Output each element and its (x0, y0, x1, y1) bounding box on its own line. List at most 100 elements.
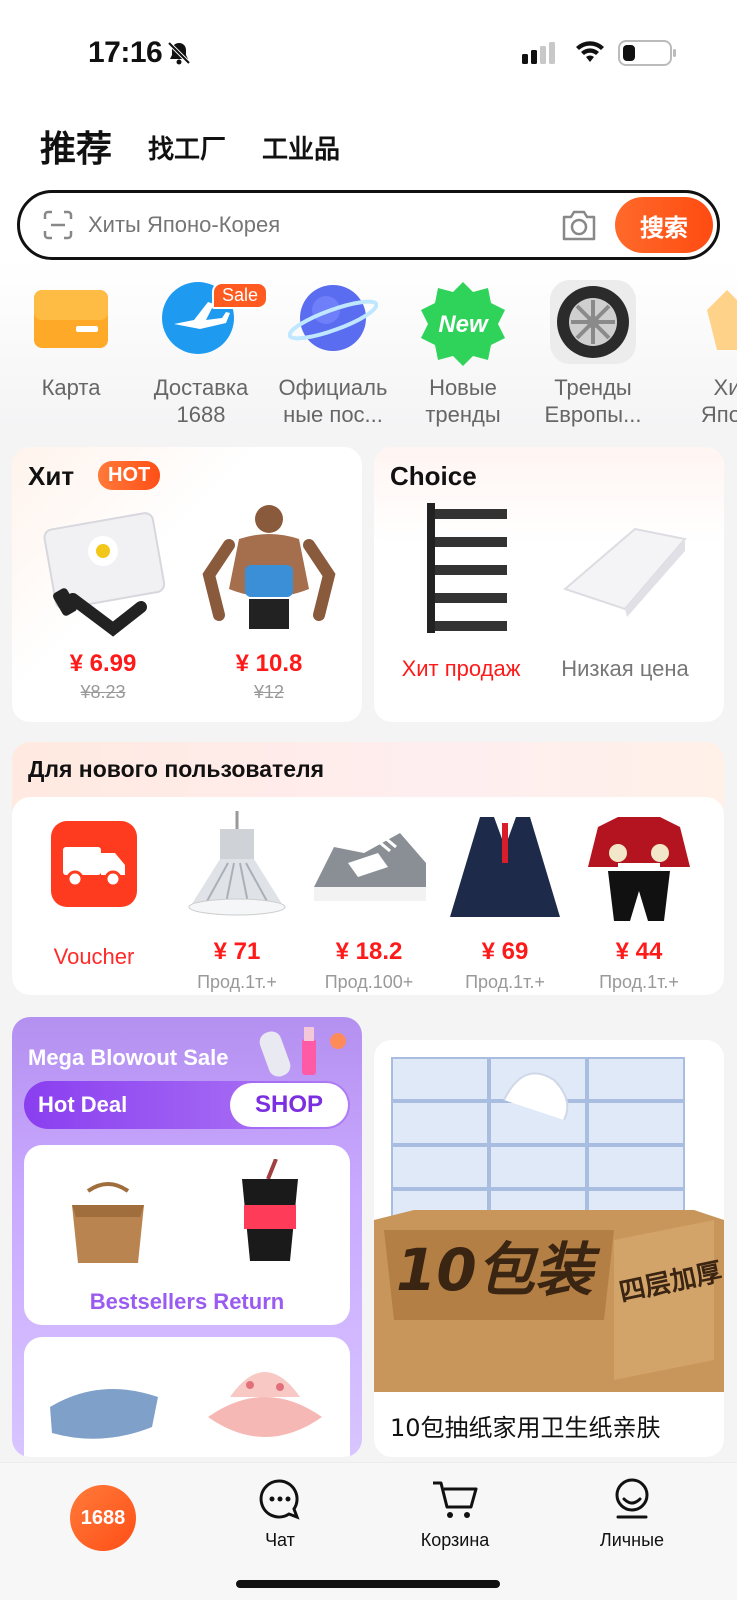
svg-text:New: New (438, 311, 489, 338)
battery-icon (618, 40, 676, 66)
lamp-image (188, 811, 286, 916)
product-sales: Прод.1т.+ (197, 972, 277, 992)
category-label: Официаль ные пос... (268, 374, 398, 428)
category-row: Карта Sale Доставка 1688 Официаль ные по… (0, 280, 737, 430)
tissue-image: 10包装 四层加厚 (374, 1040, 724, 1392)
product-old-price: ¥12 (253, 682, 285, 702)
category-label-line: ные пос... (283, 402, 383, 427)
category-japan-korea[interactable]: Хи Япон (662, 280, 737, 428)
category-europe-trends[interactable]: Тренды Европы... (528, 280, 658, 428)
new-user-product[interactable]: ¥ 69 Прод.1т.+ (440, 807, 570, 993)
hot-card[interactable]: Хит HOT ¥ 6.99 ¥8.23 ¥ 10.8 ¥12 (12, 447, 362, 722)
bucket-hat-image (208, 1372, 322, 1437)
category-official[interactable]: Официаль ные пос... (268, 280, 398, 428)
shop-button[interactable]: SHOP (230, 1083, 348, 1127)
category-label-line: 1688 (176, 402, 226, 427)
pillow-image (50, 1389, 158, 1439)
choice-item-bestseller[interactable]: Хит продаж (386, 499, 536, 682)
category-label-line: тренды (425, 402, 501, 427)
category-label: Новые тренды (398, 374, 528, 428)
product-sales: Прод.100+ (324, 972, 414, 992)
hot-deal-label: Hot Deal (38, 1092, 128, 1117)
product-sales: Прод.1т.+ (599, 972, 679, 992)
mega-sale-card[interactable]: Mega Blowout Sale Hot Deal SHOP Bestsell… (12, 1017, 362, 1457)
tissue-product-card[interactable]: 10包装 四层加厚 10包抽纸家用卫生纸亲肤 (374, 1040, 724, 1457)
nav-cart[interactable]: Корзина (395, 1477, 515, 1551)
category-new-trends[interactable]: New Новые тренды (398, 280, 528, 428)
new-user-product[interactable]: ¥ 71 Прод.1т.+ (172, 807, 302, 993)
new-user-items: Voucher ¥ 71 Прод.1т.+ ¥ 18.2 Прод.100+ (12, 797, 724, 995)
scan-icon[interactable] (42, 209, 74, 241)
tire-icon (548, 280, 638, 370)
search-button[interactable]: 搜索 (615, 197, 713, 253)
wifi-icon (576, 41, 604, 62)
product-price: ¥ 44 (615, 938, 663, 965)
nav-label: Чат (265, 1530, 295, 1550)
search-input[interactable] (88, 207, 518, 243)
shelf-image (427, 503, 507, 633)
tab-label: 工业品 (262, 135, 341, 165)
category-label-line: Европы... (544, 402, 642, 427)
new-user-product[interactable]: ¥ 18.2 Прод.100+ (304, 807, 434, 993)
sale-badge: Sale (211, 282, 268, 309)
category-label-line: Тренды (554, 375, 632, 400)
nav-label: Личные (599, 1530, 665, 1550)
nav-chat[interactable]: Чат (220, 1477, 340, 1551)
chat-icon (259, 1479, 300, 1520)
tab-find-factory[interactable]: 找工厂 (148, 129, 226, 172)
hot-deal-bar: Hot Deal SHOP (24, 1081, 350, 1129)
bell-muted-icon (167, 41, 191, 65)
umbrella-image (43, 512, 166, 637)
category-label-line: Хи (713, 375, 737, 400)
tab-label: 找工厂 (148, 135, 227, 165)
category-label: Тренды Европы... (528, 374, 658, 428)
choice-label: Хит продаж (401, 656, 521, 681)
category-delivery[interactable]: Sale Доставка 1688 (136, 280, 268, 428)
product-price: ¥ 6.99 (69, 650, 137, 677)
product-price: ¥ 10.8 (235, 650, 303, 677)
bestsellers-title: Bestsellers Return (89, 1289, 285, 1314)
category-label-line: Япон (700, 402, 737, 427)
product-sales: Прод.1т.+ (465, 972, 545, 992)
bestsellers-panel[interactable]: Bestsellers Return (24, 1145, 350, 1325)
choice-item-low-price[interactable]: Низкая цена (550, 499, 700, 682)
second-panel[interactable] (24, 1337, 350, 1457)
new-user-title: Для нового пользователя (28, 756, 325, 782)
status-bar: 17:16 (0, 0, 737, 100)
hot-title: Хит (28, 461, 75, 491)
handbag-image (72, 1182, 144, 1263)
partial-icon (682, 280, 737, 370)
category-label-line: Официаль (278, 375, 388, 400)
signal-icon (522, 42, 555, 64)
hot-badge: HOT (98, 461, 161, 490)
home-tab-button[interactable]: 1688 (70, 1485, 136, 1551)
choice-card[interactable]: Choice Хит продаж Низкая цена (374, 447, 724, 722)
category-label-line: Доставка (153, 375, 249, 400)
category-card[interactable]: Карта (6, 280, 136, 401)
choice-title: Choice (390, 461, 477, 491)
tab-recommend[interactable]: 推荐 (40, 120, 112, 172)
nav-profile[interactable]: Личные (572, 1477, 692, 1551)
voucher-item[interactable]: Voucher (29, 807, 159, 970)
choice-label: Низкая цена (561, 656, 689, 681)
product-umbrella[interactable]: ¥ 6.99 ¥8.23 (28, 499, 178, 703)
tray-image (563, 527, 687, 617)
uniform-image (450, 817, 560, 917)
product-old-price: ¥8.23 (80, 682, 126, 702)
voucher-label: Voucher (53, 944, 135, 969)
product-fitness-belt[interactable]: ¥ 10.8 ¥12 (194, 499, 344, 703)
tissue-title: 10包抽纸家用卫生纸亲肤 (390, 1414, 661, 1442)
new-user-product[interactable]: ¥ 44 Прод.1т.+ (574, 807, 704, 993)
cosmetics-icon (259, 1027, 346, 1077)
plane-icon: Sale (156, 280, 268, 370)
category-label: Карта (41, 375, 101, 400)
camera-icon[interactable] (560, 207, 598, 243)
tab-industrial[interactable]: 工业品 (262, 129, 340, 172)
kids-outfit-image (588, 817, 690, 921)
truck-icon (51, 821, 137, 907)
nav-label: Корзина (420, 1530, 490, 1550)
card-icon (26, 280, 116, 370)
new-user-card[interactable]: Для нового пользователя Voucher ¥ 71 Про… (12, 742, 724, 995)
profile-icon (615, 1478, 649, 1519)
top-tabs: 推荐 找工厂 工业品 (40, 122, 340, 172)
